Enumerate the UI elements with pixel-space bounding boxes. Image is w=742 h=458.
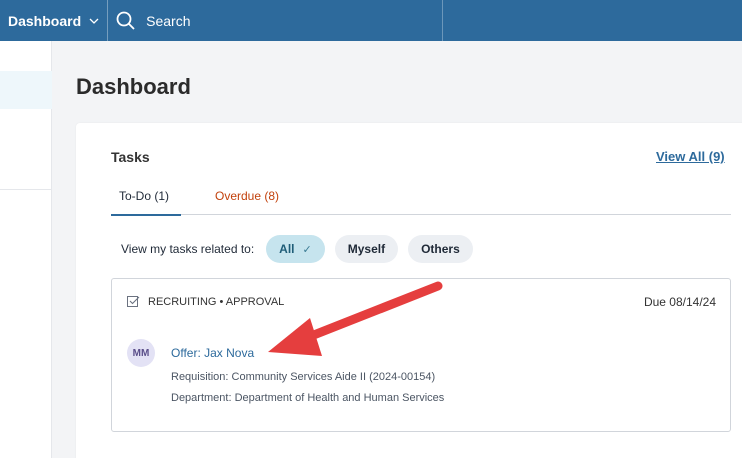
avatar: MM xyxy=(127,339,155,367)
left-sidebar xyxy=(0,41,52,458)
task-category: RECRUITING • APPROVAL xyxy=(127,295,284,308)
search-button[interactable]: Search xyxy=(116,11,190,31)
page-title: Dashboard xyxy=(76,74,191,99)
filter-chip-others[interactable]: Others xyxy=(408,235,473,263)
dashboard-menu-label: Dashboard xyxy=(8,12,82,29)
view-all-link[interactable]: View All (9) xyxy=(656,149,725,164)
dashboard-menu[interactable]: Dashboard xyxy=(0,0,99,41)
task-due-date: Due 08/14/24 xyxy=(643,295,716,309)
tab-overdue[interactable]: Overdue (8) xyxy=(215,189,279,203)
filter-chip-all[interactable]: All ✓ xyxy=(266,235,325,263)
sidebar-divider xyxy=(0,189,52,190)
filter-label: View my tasks related to: xyxy=(121,242,255,256)
task-category-label: RECRUITING • APPROVAL xyxy=(148,295,285,308)
task-department: Department: Department of Health and Hum… xyxy=(171,392,445,404)
chevron-down-icon xyxy=(89,18,99,24)
tasks-card: Tasks View All (9) To-Do (1) Overdue (8)… xyxy=(76,123,742,458)
task-requisition: Requisition: Community Services Aide II … xyxy=(171,371,436,383)
topbar-divider-right xyxy=(442,0,443,41)
topbar-divider xyxy=(107,0,109,41)
task-offer-link[interactable]: Offer: Jax Nova xyxy=(171,346,254,360)
filter-chip-all-label: All xyxy=(279,242,295,256)
task-item[interactable]: RECRUITING • APPROVAL Due 08/14/24 MM Of… xyxy=(111,278,731,432)
tasks-card-title: Tasks xyxy=(111,149,150,165)
task-filter-row: View my tasks related to: All ✓ Myself O… xyxy=(121,235,483,263)
filter-chip-myself[interactable]: Myself xyxy=(334,235,399,263)
search-icon xyxy=(116,11,135,30)
sidebar-item-active[interactable] xyxy=(0,71,52,109)
check-icon: ✓ xyxy=(302,243,312,256)
filter-chip-others-label: Others xyxy=(421,242,460,256)
tasks-tabs: To-Do (1) Overdue (8) xyxy=(110,179,731,216)
checkbox-task-icon xyxy=(127,296,140,307)
tab-todo[interactable]: To-Do (1) xyxy=(110,189,182,216)
top-navigation-bar: Dashboard Search xyxy=(0,0,742,41)
filter-chip-myself-label: Myself xyxy=(347,242,386,256)
search-label: Search xyxy=(146,12,191,29)
